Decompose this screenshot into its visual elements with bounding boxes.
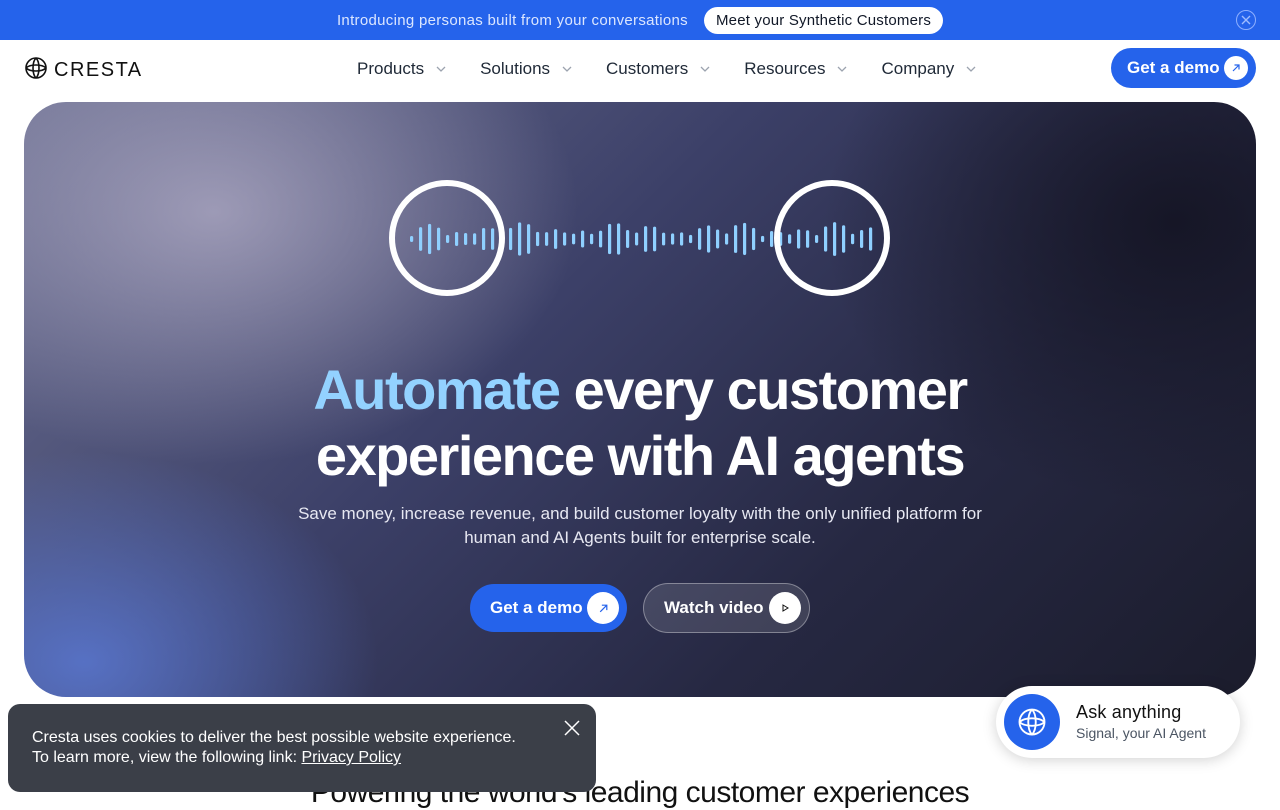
waveform-bar <box>851 233 855 245</box>
get-demo-label: Get a demo <box>1127 58 1220 77</box>
waveform-bar <box>491 228 495 250</box>
waveform-bar <box>608 223 612 255</box>
hero-subheadline: Save money, increase revenue, and build … <box>298 504 982 547</box>
waveform-bar <box>635 232 639 246</box>
waveform-bar <box>824 226 828 252</box>
nav-item-solutions[interactable]: Solutions <box>480 59 572 79</box>
waveform-bar <box>428 223 432 255</box>
cresta-logo-icon <box>24 56 48 85</box>
nav-item-label: Company <box>881 59 955 78</box>
waveform-bar <box>842 225 846 253</box>
hero-headline: Automate every customer experience with … <box>24 357 1256 489</box>
chevron-down-icon <box>436 66 446 72</box>
nav-item-label: Resources <box>744 59 826 78</box>
waveform-bar <box>509 227 513 251</box>
watch-video-button[interactable]: Watch video <box>643 583 810 633</box>
logo-text: CRESTA <box>54 59 143 81</box>
arrow-up-right-icon <box>1224 56 1248 80</box>
close-icon[interactable] <box>1236 10 1256 30</box>
waveform-bar <box>536 231 540 247</box>
main-nav: CRESTA Products Solutions Customers Reso… <box>0 40 1280 102</box>
hero-section: Automate every customer experience with … <box>24 102 1256 697</box>
waveform-bar <box>734 225 738 253</box>
waveform-bar <box>455 232 459 246</box>
waveform-bar <box>626 229 630 249</box>
waveform-bar <box>662 232 666 246</box>
waveform-bar <box>644 226 648 252</box>
nav-item-resources[interactable]: Resources <box>744 59 847 79</box>
headline-accent: Automate <box>313 358 561 421</box>
waveform-bar <box>806 230 810 248</box>
announcement-bar: Introducing personas built from your con… <box>0 0 1280 40</box>
chevron-down-icon <box>966 66 976 72</box>
waveform-bar <box>869 227 873 251</box>
waveform-bar <box>833 222 837 256</box>
nav-menu: Products Solutions Customers Resources C… <box>357 59 976 79</box>
signal-agent-icon <box>1004 694 1060 750</box>
ai-assistant-widget[interactable]: Ask anything Signal, your AI Agent <box>996 686 1240 758</box>
waveform-bar <box>410 236 414 242</box>
headline-line1: every customer <box>559 358 969 421</box>
nav-item-company[interactable]: Company <box>881 59 976 79</box>
cookie-text: Cresta uses cookies to deliver the best … <box>32 729 516 766</box>
waveform-bar <box>725 233 729 245</box>
synthetic-customers-link[interactable]: Meet your Synthetic Customers <box>703 6 944 34</box>
waveform-bar <box>545 232 549 246</box>
waveform-bar <box>761 235 765 243</box>
waveform-bar <box>680 232 684 246</box>
waveform-bar <box>671 233 675 245</box>
waveform-bar <box>473 233 477 245</box>
waveform-bar <box>860 230 864 248</box>
play-icon <box>769 592 801 624</box>
assistant-title: Ask anything <box>1076 702 1182 722</box>
waveform-bar <box>797 229 801 249</box>
waveform-bar <box>653 226 657 252</box>
waveform-bar <box>482 227 486 251</box>
hero-get-demo-button[interactable]: Get a demo <box>470 584 627 632</box>
waveform-bar <box>770 231 774 247</box>
waveform-bar <box>527 224 531 254</box>
waveform-bar <box>815 234 819 244</box>
nav-item-customers[interactable]: Customers <box>606 59 710 79</box>
logo[interactable]: CRESTA <box>24 56 143 85</box>
watch-video-label: Watch video <box>664 598 764 617</box>
nav-item-products[interactable]: Products <box>357 59 446 79</box>
waveform-bar <box>617 223 621 255</box>
chevron-down-icon <box>562 66 572 72</box>
waveform-bar <box>716 229 720 249</box>
voice-waveform-graphic <box>389 180 890 296</box>
nav-item-label: Solutions <box>480 59 551 78</box>
waveform-bar <box>752 227 756 251</box>
waveform-bar <box>563 232 567 246</box>
cookie-banner: Cresta uses cookies to deliver the best … <box>8 704 596 792</box>
waveform-bar <box>572 233 576 245</box>
waveform-bar <box>554 229 558 249</box>
waveform-bar <box>599 230 603 248</box>
headline-line2: experience with AI agents <box>315 424 966 487</box>
waveform-bar <box>788 234 792 244</box>
chevron-down-icon <box>838 66 847 72</box>
chevron-down-icon <box>700 66 710 72</box>
waveform-bar <box>590 233 594 245</box>
waveform-bar <box>689 234 693 244</box>
announcement-text: Introducing personas built from your con… <box>336 11 688 29</box>
waveform-bar <box>707 225 711 253</box>
nav-item-label: Products <box>357 59 425 78</box>
arrow-up-right-icon <box>587 592 619 624</box>
waveform-bar <box>698 228 702 250</box>
assistant-subtitle: Signal, your AI Agent <box>1076 725 1206 741</box>
waveform-bar <box>743 222 747 256</box>
get-demo-button[interactable]: Get a demo <box>1111 48 1256 88</box>
waveform-bar <box>446 235 450 243</box>
waveform-bar <box>464 233 468 245</box>
waveform-bar <box>419 227 423 251</box>
hero-get-demo-label: Get a demo <box>490 598 583 617</box>
nav-item-label: Customers <box>606 59 689 78</box>
waveform-bar <box>581 230 585 248</box>
close-icon[interactable] <box>564 720 580 736</box>
waveform-bar <box>518 222 522 256</box>
privacy-policy-link[interactable]: Privacy Policy <box>301 749 401 766</box>
waveform-bar <box>437 227 441 251</box>
